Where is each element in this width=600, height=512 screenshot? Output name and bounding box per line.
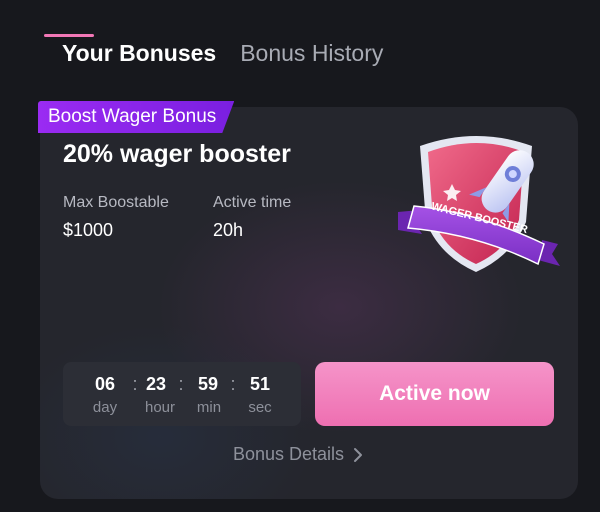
active-now-button[interactable]: Active now <box>315 362 554 426</box>
countdown-hours: 23 <box>145 374 167 394</box>
max-boostable-value: $1000 <box>63 220 114 240</box>
active-time-label: Active time <box>213 194 292 211</box>
countdown-seconds-label: sec <box>248 399 272 416</box>
active-time-value: 20h <box>213 220 244 240</box>
countdown-timer: 06 day : 23 hour : 59 min : 51 sec <box>63 362 301 426</box>
max-boostable-label: Max Boostable <box>63 194 169 211</box>
countdown-days: 06 <box>94 374 116 394</box>
chevron-right-icon <box>354 447 363 462</box>
active-tab-indicator <box>44 34 94 37</box>
countdown-minutes-label: min <box>196 399 222 416</box>
bonus-tabs: Your Bonuses Bonus History <box>62 38 383 68</box>
tab-your-bonuses[interactable]: Your Bonuses <box>62 38 216 68</box>
countdown-separator: : <box>178 374 184 394</box>
countdown-hours-label: hour <box>144 399 176 416</box>
countdown-seconds: 51 <box>249 374 271 394</box>
bonus-details-link[interactable]: Bonus Details <box>233 444 364 465</box>
tab-bonus-history[interactable]: Bonus History <box>240 38 383 68</box>
countdown-minutes: 59 <box>197 374 219 394</box>
bonus-type-ribbon: Boost Wager Bonus <box>38 101 234 133</box>
bonus-details-label: Bonus Details <box>233 444 345 464</box>
countdown-days-label: day <box>92 399 118 416</box>
wager-booster-badge-icon: WAGER BOOSTER <box>398 136 560 272</box>
bonus-title: 20% wager booster <box>63 140 291 168</box>
bonuses-page: Your Bonuses Bonus History Boost Wager B… <box>0 0 600 512</box>
countdown-separator: : <box>230 374 236 394</box>
